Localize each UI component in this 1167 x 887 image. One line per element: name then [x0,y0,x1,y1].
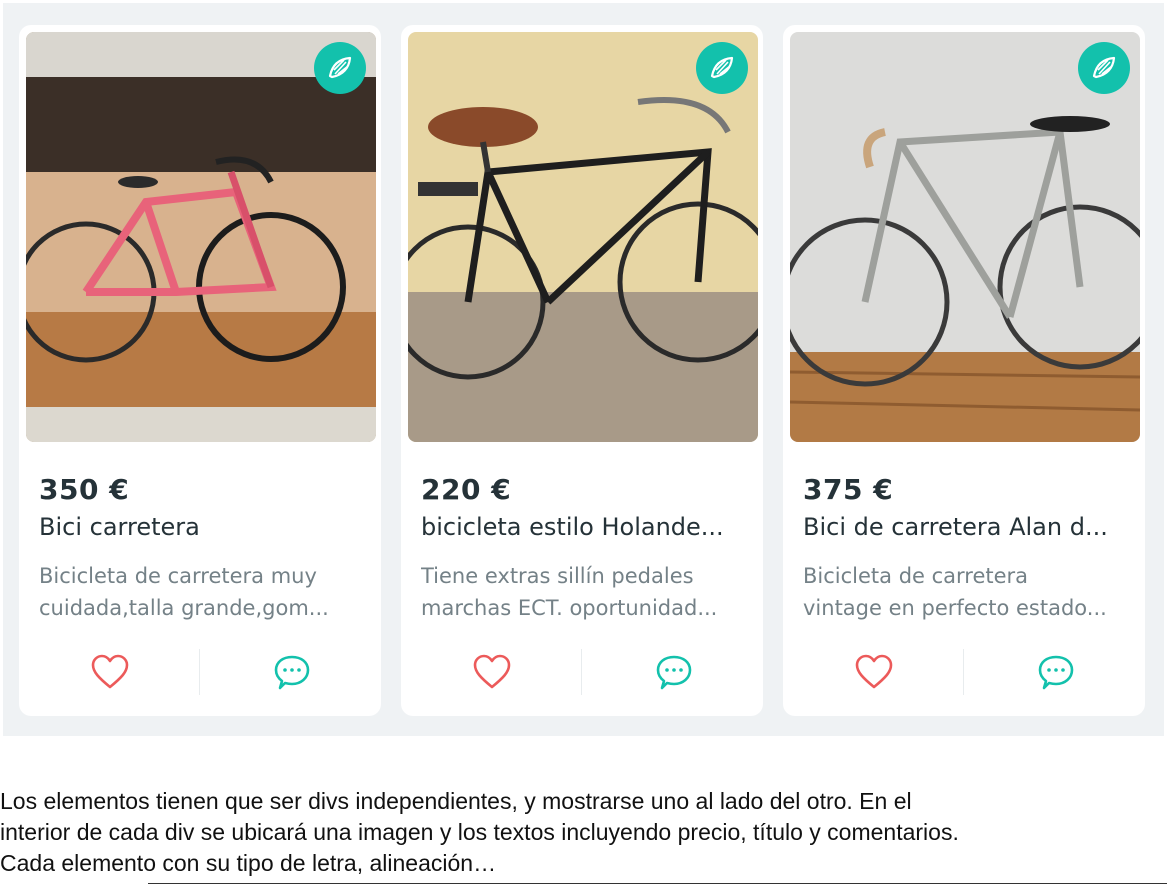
product-price: 375 € [803,473,894,506]
card-actions [401,646,763,696]
description-line: vintage en perfecto estado... [803,596,1107,620]
product-price: 350 € [39,473,130,506]
product-image[interactable] [26,32,376,442]
wallapop-badge [696,42,748,94]
action-divider [963,649,964,695]
instructions-text: Los elementos tienen que ser divs indepe… [0,786,959,879]
action-divider [581,649,582,695]
divider-line [148,883,1167,884]
description-line: cuidada,talla grande,gom... [39,596,329,620]
product-image[interactable] [790,32,1140,442]
product-card[interactable]: 220 € bicicleta estilo Holande... Tiene … [401,25,763,716]
favorite-button[interactable] [473,654,511,694]
instructions-line: Los elementos tienen que ser divs indepe… [0,788,912,814]
product-description: Bicicleta de carretera vintage en perfec… [803,560,1128,624]
heart-icon [473,654,511,689]
card-actions [19,646,381,696]
instructions-line: interior de cada div se ubicará una imag… [0,819,959,845]
description-line: Bicicleta de carretera [803,564,1029,588]
favorite-button[interactable] [855,654,893,694]
product-title[interactable]: Bici carretera [39,513,369,541]
wing-icon [328,56,352,79]
wallapop-badge [1078,42,1130,94]
listing-panel: 350 € Bici carretera Bicicleta de carret… [3,3,1164,736]
heart-icon [855,654,893,689]
chat-button[interactable] [273,654,311,696]
product-image[interactable] [408,32,758,442]
instructions-line: Cada elemento con su tipo de letra, alin… [0,850,497,876]
favorite-button[interactable] [91,654,129,694]
product-card[interactable]: 350 € Bici carretera Bicicleta de carret… [19,25,381,716]
description-line: Tiene extras sillín pedales [421,564,694,588]
chat-bubble-icon [1038,655,1074,690]
wing-icon [710,56,734,79]
wallapop-badge [314,42,366,94]
heart-icon [91,654,129,689]
wing-icon [1092,56,1116,79]
product-price: 220 € [421,473,512,506]
action-divider [199,649,200,695]
chat-bubble-icon [656,655,692,690]
card-actions [783,646,1145,696]
chat-button[interactable] [1037,654,1075,696]
product-card[interactable]: 375 € Bici de carretera Alan d... Bicicl… [783,25,1145,716]
product-title[interactable]: Bici de carretera Alan d... [803,513,1133,541]
chat-bubble-icon [274,655,310,690]
chat-button[interactable] [655,654,693,696]
product-title[interactable]: bicicleta estilo Holande... [421,513,751,541]
product-description: Tiene extras sillín pedales marchas ECT.… [421,560,746,624]
product-description: Bicicleta de carretera muy cuidada,talla… [39,560,364,624]
description-line: Bicicleta de carretera muy [39,564,317,588]
description-line: marchas ECT. oportunidad... [421,596,718,620]
